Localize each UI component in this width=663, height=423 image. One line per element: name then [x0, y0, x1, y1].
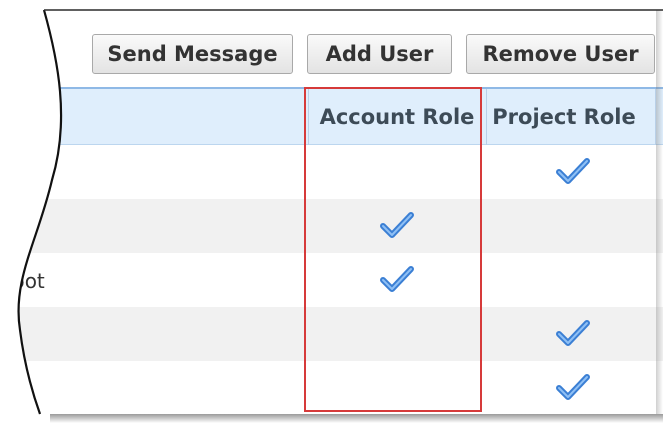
users-panel: Send Message Add User Remove User Accoun…	[0, 0, 663, 423]
table-row[interactable]: pot	[0, 253, 663, 307]
table-row[interactable]: on	[0, 199, 663, 253]
project-role-check-icon	[556, 157, 590, 185]
table-row[interactable]	[0, 145, 663, 199]
screenshot-frame: Send Message Add User Remove User Accoun…	[0, 0, 663, 423]
frame-shadow	[50, 414, 663, 423]
table-row[interactable]	[0, 361, 663, 415]
row-name-text: pot	[12, 269, 45, 293]
toolbar: Send Message Add User Remove User	[0, 10, 663, 86]
account-role-check-icon	[380, 211, 414, 239]
add-user-button[interactable]: Add User	[307, 34, 452, 74]
send-message-button[interactable]: Send Message	[92, 34, 293, 74]
remove-user-button[interactable]: Remove User	[466, 34, 655, 74]
table-row[interactable]	[0, 307, 663, 361]
project-role-check-icon	[556, 319, 590, 347]
account-role-check-icon	[380, 265, 414, 293]
frame-shadow	[656, 10, 663, 414]
project-role-column-header[interactable]: Project Role	[487, 89, 641, 145]
table-header: Account Role Project Role	[0, 87, 663, 145]
row-name-text: on	[12, 215, 37, 239]
account-role-column-header[interactable]: Account Role	[308, 89, 486, 145]
project-role-check-icon	[556, 373, 590, 401]
